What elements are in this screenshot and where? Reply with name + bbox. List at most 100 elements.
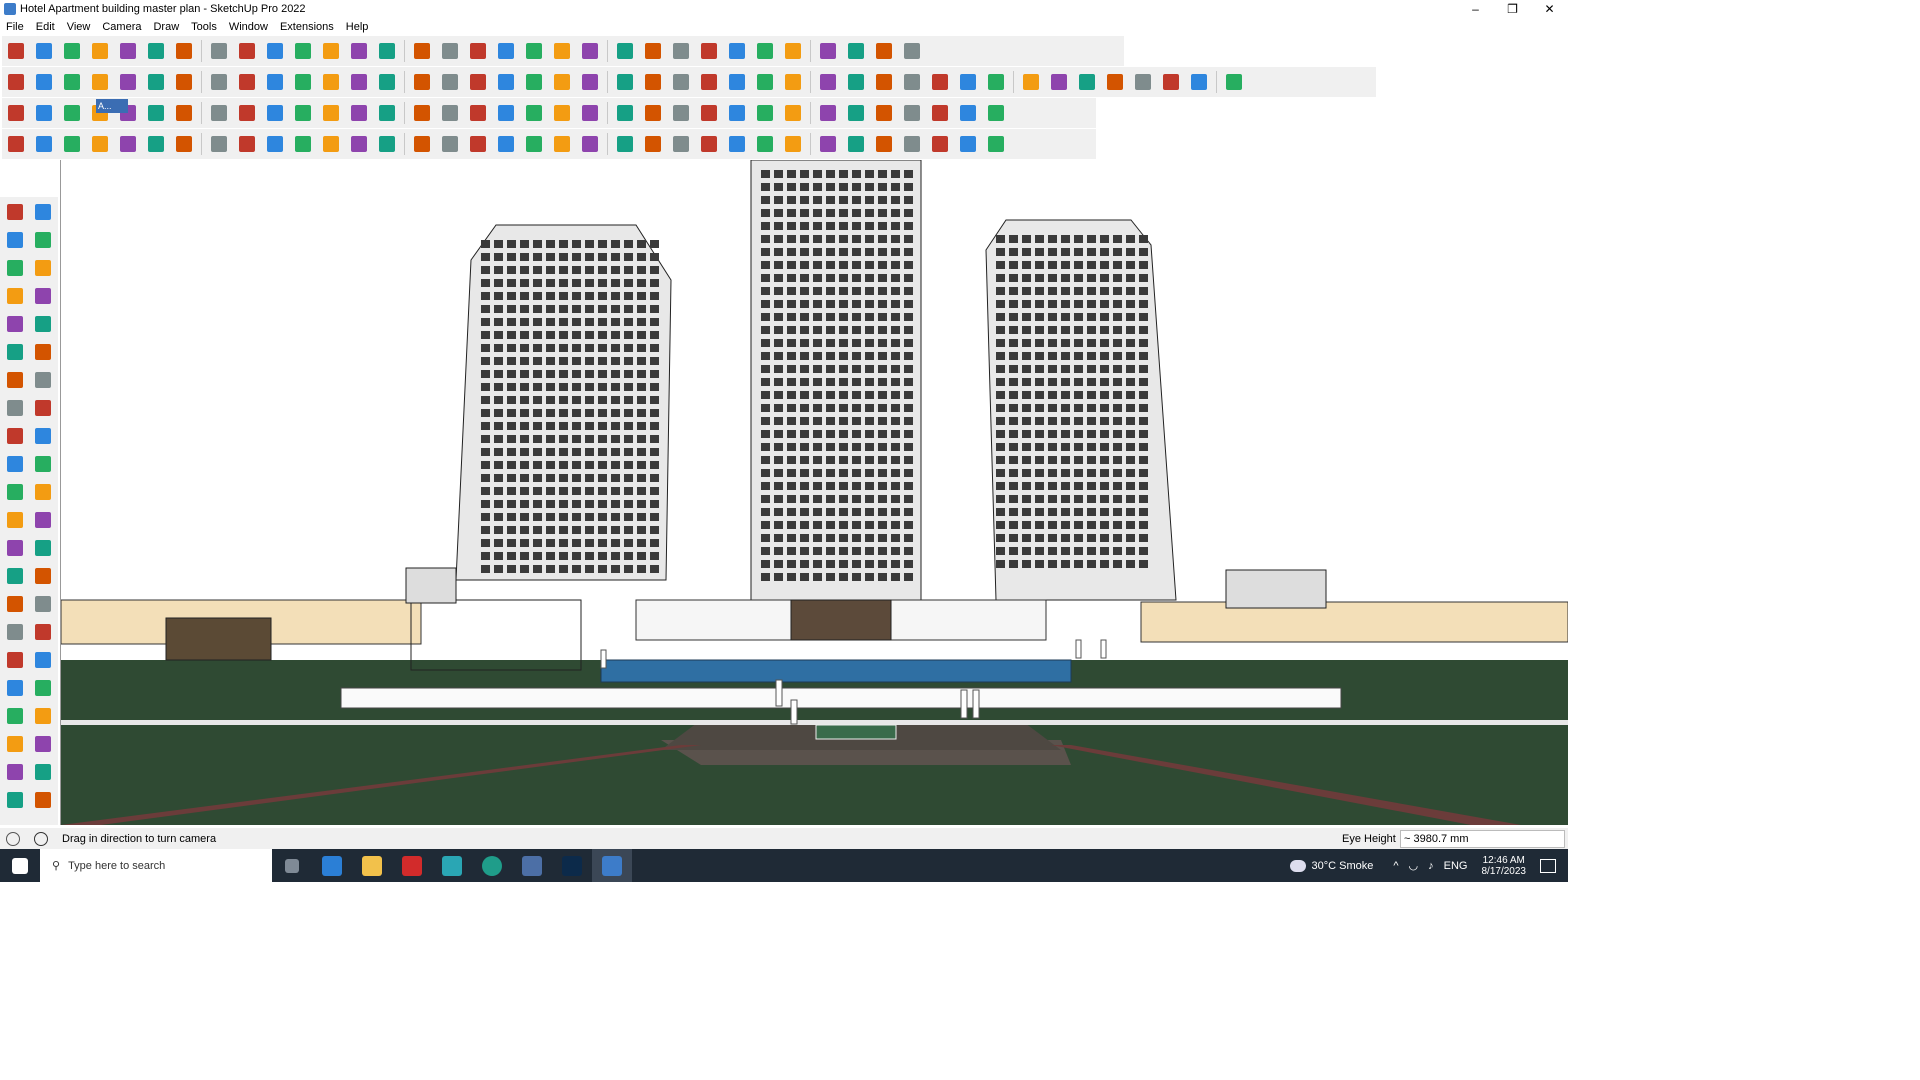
box-shade-icon[interactable] (32, 70, 56, 94)
calculator-icon[interactable] (312, 849, 352, 882)
tool-row4-21-icon[interactable] (613, 132, 637, 156)
left-tool-9-1-icon[interactable] (32, 453, 54, 475)
door-icon[interactable] (522, 70, 546, 94)
tool-row3-25-icon[interactable] (725, 101, 749, 125)
snipping-icon[interactable] (512, 849, 552, 882)
tool-row3-23-icon[interactable] (669, 101, 693, 125)
cube5-icon[interactable] (1187, 70, 1211, 94)
house-outline-icon[interactable] (578, 70, 602, 94)
section-plane-icon[interactable] (697, 39, 721, 63)
rotate-icon[interactable] (263, 39, 287, 63)
left-tool-0-1-icon[interactable] (32, 201, 54, 223)
photoshop-icon[interactable] (552, 849, 592, 882)
left-tool-4-1-icon[interactable] (32, 313, 54, 335)
shape7-icon[interactable] (900, 70, 924, 94)
tool-row4-25-icon[interactable] (725, 132, 749, 156)
bounds-icon[interactable] (816, 39, 840, 63)
menu-edit[interactable]: Edit (30, 21, 61, 33)
eye-height-input[interactable]: ~ 3980.7 mm (1400, 830, 1565, 848)
left-tool-21-0-icon[interactable] (4, 789, 26, 811)
tool-row3-21-icon[interactable] (613, 101, 637, 125)
left-tool-1-0-icon[interactable] (4, 229, 26, 251)
tool-row4-32-icon[interactable] (928, 132, 952, 156)
zoom-extents-icon[interactable] (494, 39, 518, 63)
measure-icon[interactable] (781, 39, 805, 63)
styles-icon[interactable] (578, 39, 602, 63)
menu-extensions[interactable]: Extensions (274, 21, 340, 33)
paint2-icon[interactable] (1047, 70, 1071, 94)
explode-icon[interactable] (88, 70, 112, 94)
tool-row4-5-icon[interactable] (144, 132, 168, 156)
eraser-icon[interactable] (60, 39, 84, 63)
f-icon[interactable] (291, 70, 315, 94)
n-icon[interactable] (235, 70, 259, 94)
start-button[interactable] (0, 849, 40, 882)
file-explorer-icon[interactable] (352, 849, 392, 882)
left-tool-2-1-icon[interactable] (32, 257, 54, 279)
tool-row4-2-icon[interactable] (60, 132, 84, 156)
tool-row3-13-icon[interactable] (375, 101, 399, 125)
tool-row3-7-icon[interactable] (207, 101, 231, 125)
shape3-icon[interactable] (781, 70, 805, 94)
left-tool-18-0-icon[interactable] (4, 705, 26, 727)
outliner-icon[interactable] (613, 39, 637, 63)
tool-row4-30-icon[interactable] (872, 132, 896, 156)
menu-view[interactable]: View (61, 21, 97, 33)
tool-row4-20-icon[interactable] (578, 132, 602, 156)
ruler-icon[interactable] (697, 70, 721, 94)
weather-icon[interactable] (1289, 859, 1306, 872)
menu-file[interactable]: File (0, 21, 30, 33)
curve-icon[interactable] (669, 70, 693, 94)
left-tool-12-1-icon[interactable] (32, 537, 54, 559)
shape8-icon[interactable] (928, 70, 952, 94)
tool-row3-11-icon[interactable] (319, 101, 343, 125)
left-tool-12-0-icon[interactable] (4, 537, 26, 559)
cube1-icon[interactable] (1075, 70, 1099, 94)
tool-row4-14-icon[interactable] (410, 132, 434, 156)
autocad-icon[interactable] (392, 849, 432, 882)
menu-tools[interactable]: Tools (185, 21, 223, 33)
tool-row4-27-icon[interactable] (781, 132, 805, 156)
tool-row3-1-icon[interactable] (32, 101, 56, 125)
tool-row4-3-icon[interactable] (88, 132, 112, 156)
left-tool-9-0-icon[interactable] (4, 453, 26, 475)
edge-icon[interactable] (472, 849, 512, 882)
tool-row4-0-icon[interactable] (4, 132, 28, 156)
left-tool-10-1-icon[interactable] (32, 481, 54, 503)
select-icon[interactable] (32, 39, 56, 63)
left-tool-11-0-icon[interactable] (4, 509, 26, 531)
menu-help[interactable]: Help (340, 21, 375, 33)
component-icon[interactable] (900, 39, 924, 63)
shape1-icon[interactable] (725, 70, 749, 94)
v-icon[interactable] (207, 70, 231, 94)
tool-row3-26-icon[interactable] (753, 101, 777, 125)
tool-row3-34-icon[interactable] (984, 101, 1008, 125)
minimize-button[interactable]: – (1457, 0, 1494, 18)
fe-icon[interactable] (641, 70, 665, 94)
left-tool-2-0-icon[interactable] (4, 257, 26, 279)
tool-row4-19-icon[interactable] (550, 132, 574, 156)
pushpull-icon[interactable] (172, 39, 196, 63)
freehand-icon[interactable] (116, 39, 140, 63)
left-tool-18-1-icon[interactable] (32, 705, 54, 727)
house-icon[interactable] (550, 70, 574, 94)
left-tool-10-0-icon[interactable] (4, 481, 26, 503)
tool-row3-19-icon[interactable] (550, 101, 574, 125)
tool-row4-10-icon[interactable] (291, 132, 315, 156)
shape2-icon[interactable] (753, 70, 777, 94)
pan-icon[interactable] (438, 39, 462, 63)
tool-row3-31-icon[interactable] (900, 101, 924, 125)
left-tool-19-0-icon[interactable] (4, 733, 26, 755)
left-tool-3-1-icon[interactable] (32, 285, 54, 307)
weather-text[interactable]: 30°C Smoke (1312, 860, 1374, 872)
left-tool-5-0-icon[interactable] (4, 341, 26, 363)
tool-row3-5-icon[interactable] (144, 101, 168, 125)
left-tool-16-0-icon[interactable] (4, 649, 26, 671)
notification-icon[interactable] (1540, 858, 1556, 873)
left-tool-16-1-icon[interactable] (32, 649, 54, 671)
tape-icon[interactable] (319, 39, 343, 63)
sketchup-taskbar-icon[interactable] (592, 849, 632, 882)
tool-row4-26-icon[interactable] (753, 132, 777, 156)
left-tool-6-0-icon[interactable] (4, 369, 26, 391)
garage-icon[interactable] (613, 70, 637, 94)
